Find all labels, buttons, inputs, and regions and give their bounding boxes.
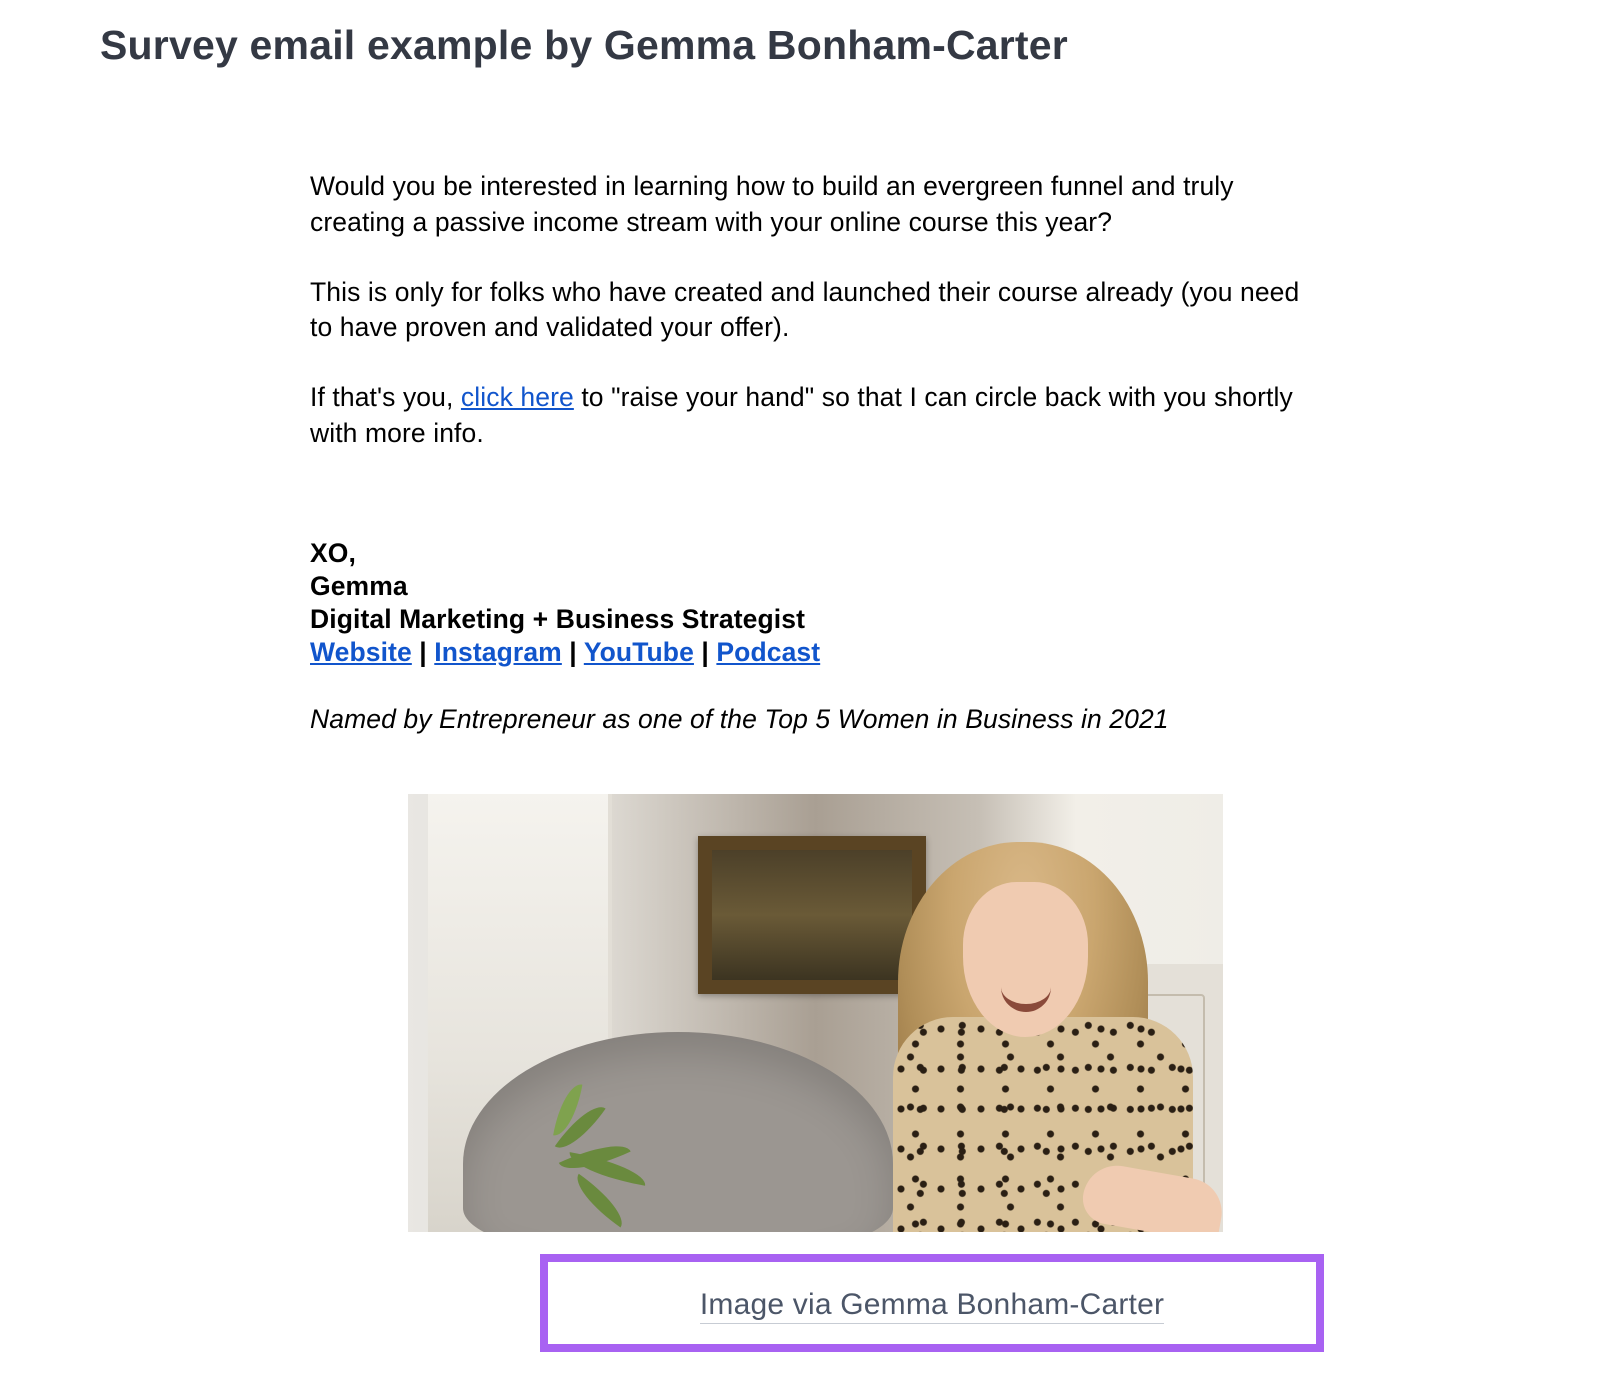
signature-website-link[interactable]: Website [310,637,412,667]
email-signature: XO, Gemma Digital Marketing + Business S… [310,537,1320,737]
email-paragraph-2: This is only for folks who have created … [310,275,1320,347]
email-paragraph-1: Would you be interested in learning how … [310,169,1320,241]
link-separator: | [694,637,716,667]
signature-links: Website | Instagram | YouTube | Podcast [310,636,1320,669]
email-paragraph-3: If that's you, click here to "raise your… [310,380,1320,452]
link-separator: | [412,637,434,667]
link-separator: | [562,637,584,667]
image-source-link[interactable]: Image via Gemma Bonham-Carter [700,1288,1164,1324]
email-body: Would you be interested in learning how … [310,169,1320,736]
signature-title: Digital Marketing + Business Strategist [310,603,1320,636]
signature-name: Gemma [310,570,1320,603]
signature-instagram-link[interactable]: Instagram [434,637,562,667]
signature-youtube-link[interactable]: YouTube [584,637,694,667]
page-title: Survey email example by Gemma Bonham-Car… [100,22,1600,69]
click-here-link[interactable]: click here [461,382,574,412]
signature-signoff: XO, [310,537,1320,570]
email-p3-pre: If that's you, [310,382,461,412]
signature-accolade: Named by Entrepreneur as one of the Top … [310,703,1320,736]
author-portrait-photo [408,794,1223,1232]
signature-podcast-link[interactable]: Podcast [716,637,820,667]
image-caption-box: Image via Gemma Bonham-Carter [540,1254,1324,1352]
